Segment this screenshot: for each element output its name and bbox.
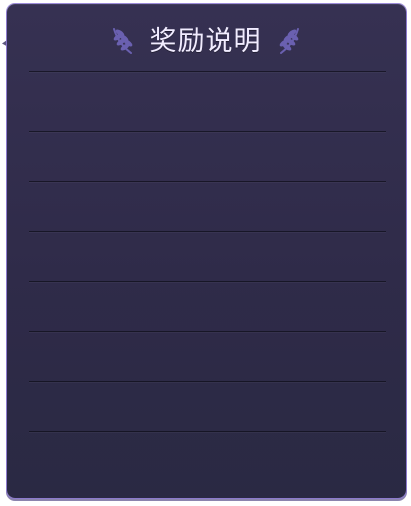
divider-line [29, 71, 386, 72]
divider-line [29, 431, 386, 432]
divider-line [29, 131, 386, 132]
divider-line [29, 381, 386, 382]
divider-line [29, 281, 386, 282]
divider-line [29, 331, 386, 332]
reward-info-stage: 奖励说明 [0, 0, 411, 506]
reward-info-panel [7, 4, 406, 498]
divider-line [29, 231, 386, 232]
divider-line [29, 181, 386, 182]
